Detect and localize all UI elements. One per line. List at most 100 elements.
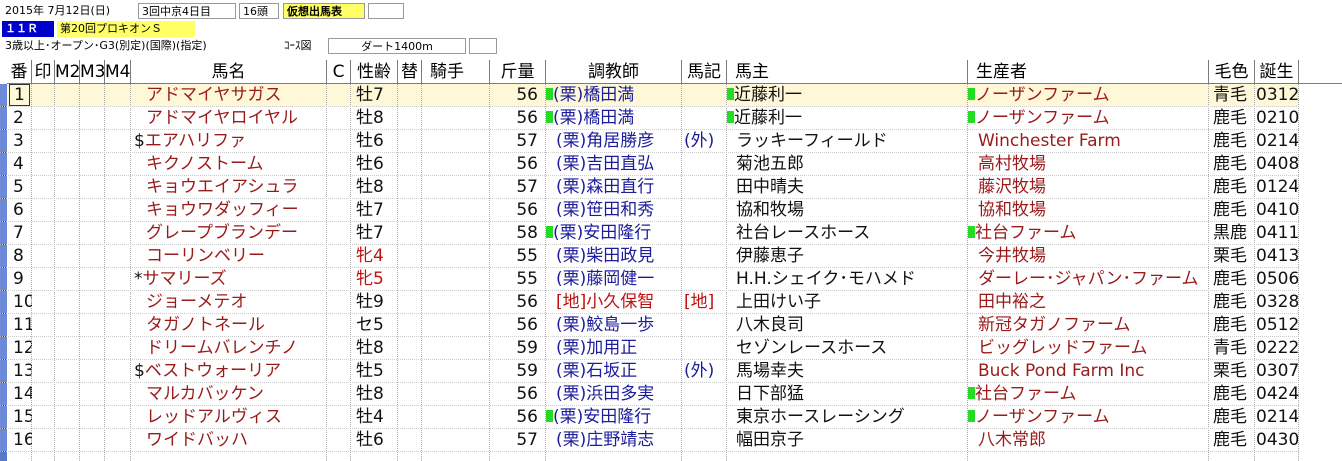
owner-cell[interactable]: 馬場幸夫 — [727, 360, 968, 383]
trainer-cell[interactable]: (栗)安田隆行 — [546, 222, 682, 245]
cell-swap[interactable] — [398, 84, 422, 107]
cell-mark[interactable] — [32, 314, 55, 337]
cell-swap[interactable] — [398, 222, 422, 245]
cell-jockey[interactable] — [422, 360, 490, 383]
header-col-trainer-mark[interactable]: 馬記 — [682, 60, 727, 84]
owner-cell[interactable]: セゾンレースホース — [727, 337, 968, 360]
table-row[interactable]: 8 コーリンベリー 牝4 55 (栗)柴田政見 伊藤恵子 今井牧場 栗毛 0413 — [0, 245, 1342, 268]
cell-jockey[interactable] — [422, 130, 490, 153]
cell-c[interactable] — [327, 406, 351, 429]
table-row[interactable]: 5 キョウエイアシュラ 牡8 57 (栗)森田直行 田中晴夫 藤沢牧場 鹿毛 0124 — [0, 176, 1342, 199]
cell-swap[interactable] — [398, 337, 422, 360]
header-empty-box[interactable] — [368, 3, 404, 19]
cell-m3[interactable] — [80, 314, 105, 337]
header-col-owner[interactable]: 馬主 — [727, 60, 968, 84]
cell-swap[interactable] — [398, 199, 422, 222]
table-row[interactable]: 3 $エアハリファ 牡6 57 (栗)角居勝彦 (外) ラッキーフィールド Wincheste… — [0, 130, 1342, 153]
cell-jockey[interactable] — [422, 176, 490, 199]
cell-jockey[interactable] — [422, 337, 490, 360]
trainer-cell[interactable]: (栗)柴田政見 — [546, 245, 682, 268]
header-col-weight[interactable]: 斤量 — [490, 60, 546, 84]
breeder-cell[interactable]: 高村牧場 — [968, 153, 1209, 176]
header-col-mark[interactable]: 印 — [32, 60, 55, 84]
trainer-cell[interactable]: (栗)笹田和秀 — [546, 199, 682, 222]
cell-m3[interactable] — [80, 222, 105, 245]
trainer-cell[interactable]: (栗)藤岡健一 — [546, 268, 682, 291]
cell-c[interactable] — [327, 291, 351, 314]
cell-m3[interactable] — [80, 291, 105, 314]
horse-name-cell[interactable]: レッドアルヴィス — [131, 406, 327, 429]
breeder-cell[interactable]: Buck Pond Farm Inc — [968, 360, 1209, 383]
cell-m2[interactable] — [55, 153, 80, 176]
cell-c[interactable] — [327, 245, 351, 268]
table-row[interactable]: 13 $ベストウォーリア 牡5 59 (栗)石坂正 (外) 馬場幸夫 Buck Pond Fa… — [0, 360, 1342, 383]
cell-jockey[interactable] — [422, 291, 490, 314]
cell-c[interactable] — [327, 199, 351, 222]
cell-mark[interactable] — [32, 199, 55, 222]
cell-m2[interactable] — [55, 360, 80, 383]
header-col-sex-age[interactable]: 性齢 — [351, 60, 398, 84]
cell-c[interactable] — [327, 314, 351, 337]
cell-mark[interactable] — [32, 383, 55, 406]
table-row[interactable]: 1 アドマイヤサガス 牡7 56 (栗)橋田満 近藤利一 ノーザンファーム 青毛 0312 — [0, 84, 1342, 107]
owner-cell[interactable]: 協和牧場 — [727, 199, 968, 222]
table-row[interactable]: 4 キクノストーム 牡6 56 (栗)吉田直弘 菊池五郎 高村牧場 鹿毛 0408 — [0, 153, 1342, 176]
table-row[interactable]: 2 アドマイヤロイヤル 牡8 56 (栗)橋田満 近藤利一 ノーザンファーム 鹿毛 0210 — [0, 107, 1342, 130]
cell-m2[interactable] — [55, 429, 80, 452]
trainer-cell[interactable]: (栗)森田直行 — [546, 176, 682, 199]
cell-c[interactable] — [327, 222, 351, 245]
owner-cell[interactable]: 近藤利一 — [727, 107, 968, 130]
cell-swap[interactable] — [398, 429, 422, 452]
cell-mark[interactable] — [32, 176, 55, 199]
cell-c[interactable] — [327, 153, 351, 176]
cell-mark[interactable] — [32, 153, 55, 176]
horse-name-cell[interactable]: グレープブランデー — [131, 222, 327, 245]
header-col-c[interactable]: C — [327, 60, 351, 84]
cell-c[interactable] — [327, 429, 351, 452]
cell-m2[interactable] — [55, 222, 80, 245]
owner-cell[interactable]: 伊藤恵子 — [727, 245, 968, 268]
header-col-swap[interactable]: 替 — [398, 60, 422, 84]
cell-m4[interactable] — [105, 291, 131, 314]
header-col-trainer[interactable]: 調教師 — [546, 60, 682, 84]
cell-m4[interactable] — [105, 360, 131, 383]
cell-m4[interactable] — [105, 130, 131, 153]
header-col-m4[interactable]: M4 — [105, 60, 131, 84]
horse-name-cell[interactable]: アドマイヤサガス — [131, 84, 327, 107]
breeder-cell[interactable]: ノーザンファーム — [968, 406, 1209, 429]
cell-swap[interactable] — [398, 406, 422, 429]
table-row[interactable]: 7 グレープブランデー 牡7 58 (栗)安田隆行 社台レースホース 社台ファーム 黒鹿 041… — [0, 222, 1342, 245]
trainer-cell[interactable]: (栗)加用正 — [546, 337, 682, 360]
trainer-cell[interactable]: (栗)安田隆行 — [546, 406, 682, 429]
cell-m3[interactable] — [80, 406, 105, 429]
header-col-birth[interactable]: 誕生 — [1255, 60, 1299, 84]
cell-m4[interactable] — [105, 107, 131, 130]
cell-m3[interactable] — [80, 176, 105, 199]
trainer-cell[interactable]: (栗)角居勝彦 — [546, 130, 682, 153]
cell-m3[interactable] — [80, 268, 105, 291]
cell-m4[interactable] — [105, 337, 131, 360]
cell-m3[interactable] — [80, 337, 105, 360]
table-row[interactable]: 11 タガノトネール セ5 56 (栗)鮫島一歩 八木良司 新冠タガノファーム 鹿毛 0512 — [0, 314, 1342, 337]
trainer-cell[interactable]: (栗)橋田満 — [546, 107, 682, 130]
breeder-cell[interactable]: 新冠タガノファーム — [968, 314, 1209, 337]
horse-name-cell[interactable]: マルカバッケン — [131, 383, 327, 406]
cell-m2[interactable] — [55, 314, 80, 337]
cell-jockey[interactable] — [422, 314, 490, 337]
cell-mark[interactable] — [32, 268, 55, 291]
cell-swap[interactable] — [398, 107, 422, 130]
cell-jockey[interactable] — [422, 153, 490, 176]
cell-m3[interactable] — [80, 130, 105, 153]
breeder-cell[interactable]: ビッグレッドファーム — [968, 337, 1209, 360]
cell-c[interactable] — [327, 107, 351, 130]
trainer-cell[interactable]: (栗)橋田満 — [546, 84, 682, 107]
breeder-cell[interactable]: ダーレー･ジャパン･ファーム — [968, 268, 1209, 291]
cell-m3[interactable] — [80, 84, 105, 107]
cell-c[interactable] — [327, 383, 351, 406]
cell-m2[interactable] — [55, 291, 80, 314]
owner-cell[interactable]: 幅田京子 — [727, 429, 968, 452]
cell-m4[interactable] — [105, 429, 131, 452]
owner-cell[interactable]: 八木良司 — [727, 314, 968, 337]
owner-cell[interactable]: 近藤利一 — [727, 84, 968, 107]
cell-c[interactable] — [327, 84, 351, 107]
